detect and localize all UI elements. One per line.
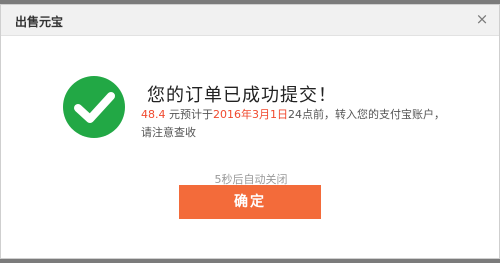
sell-dialog: 出售元宝 × 您的订单已成功提交！ 48.4 元预计于2016年3月1日24点前…: [0, 4, 500, 259]
detail-text-1: 元预计于: [165, 108, 213, 121]
deadline-date: 2016年3月1日: [213, 108, 288, 121]
success-title: 您的订单已成功提交！: [147, 85, 337, 106]
dialog-title: 出售元宝: [15, 15, 64, 29]
check-circle-icon: [63, 76, 125, 138]
close-icon[interactable]: ×: [473, 10, 491, 28]
confirm-button[interactable]: 确定: [179, 185, 321, 219]
transfer-detail: 48.4 元预计于2016年3月1日24点前，转入您的支付宝账户，请注意查收: [141, 106, 451, 142]
dialog-header: 出售元宝 ×: [1, 5, 499, 36]
amount-value: 48.4: [141, 108, 166, 121]
